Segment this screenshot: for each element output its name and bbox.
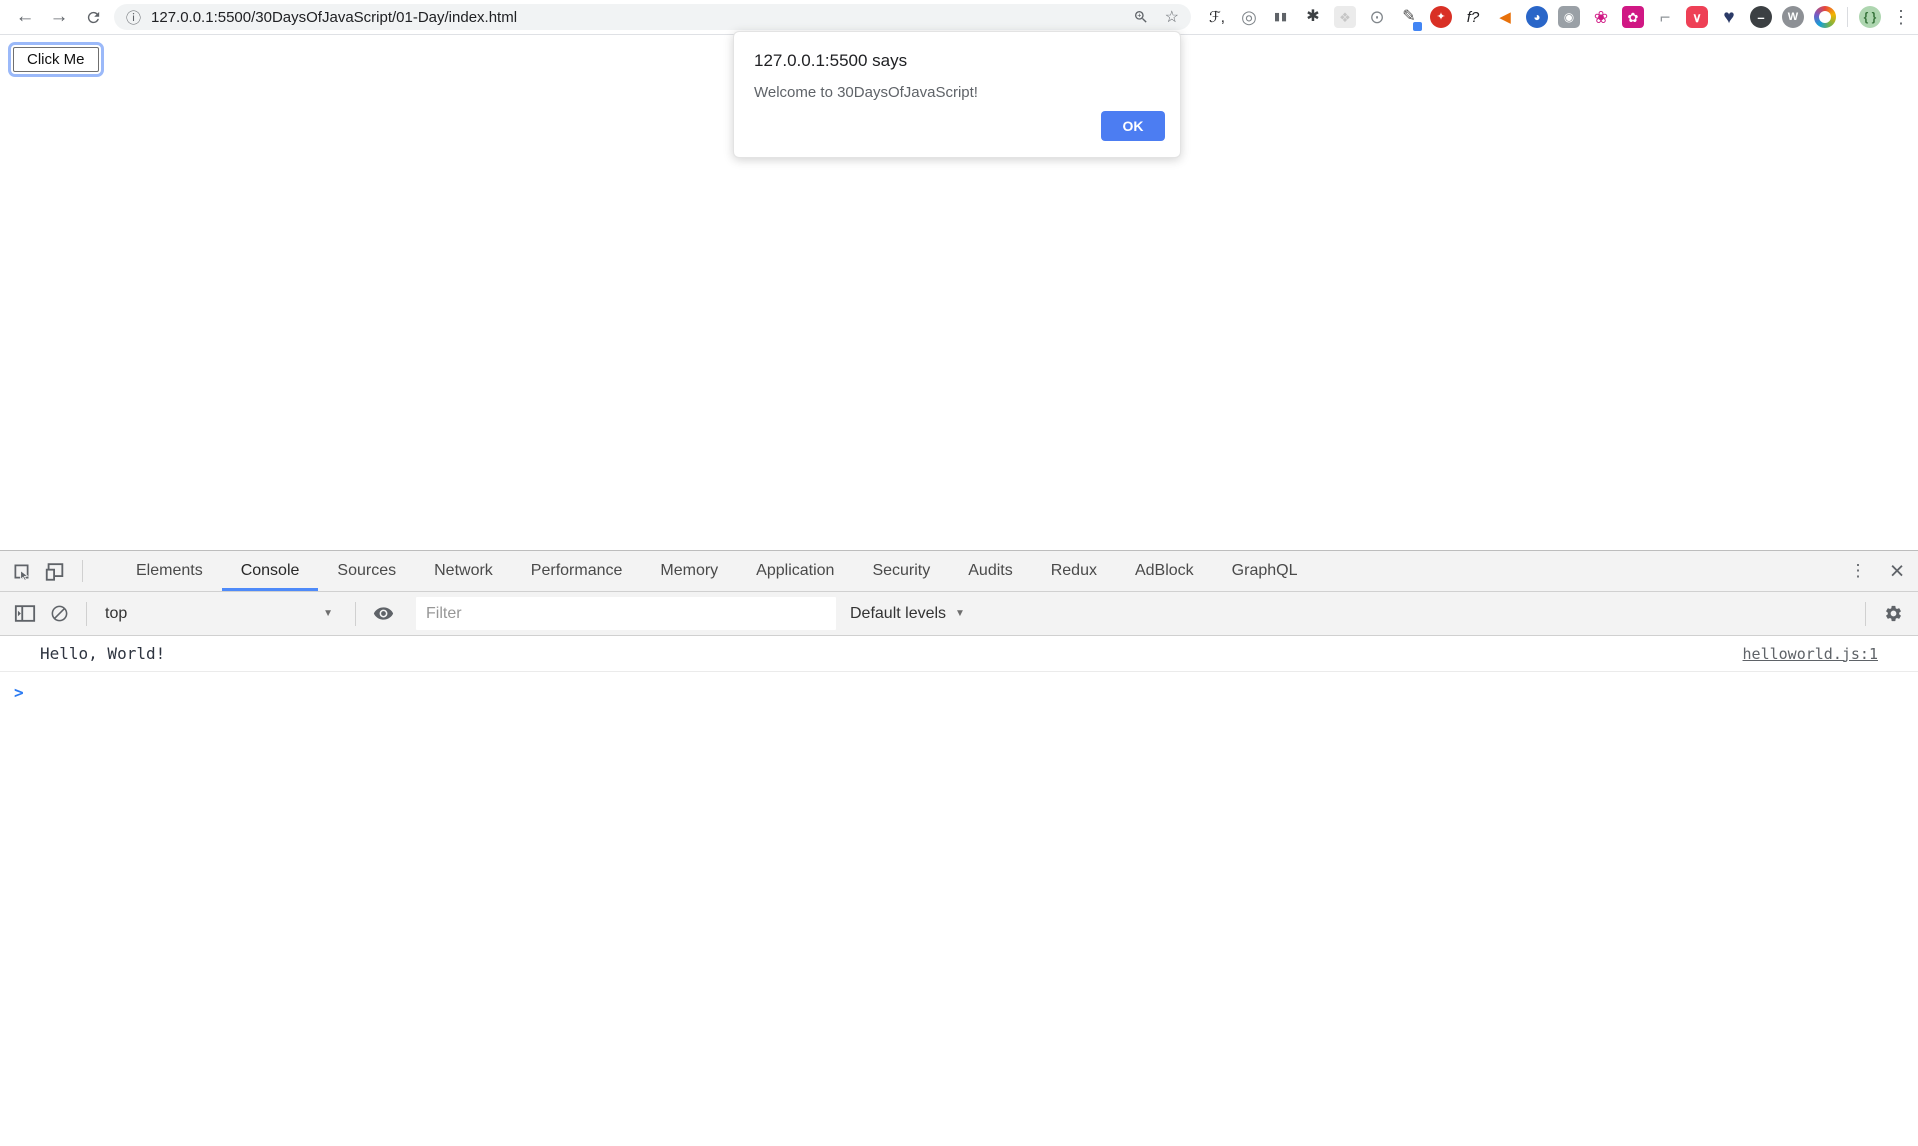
zoom-button[interactable] <box>1133 9 1149 25</box>
block-icon <box>50 604 69 623</box>
circle-dash-extension-icon[interactable]: – <box>1750 6 1772 28</box>
console-settings-button[interactable] <box>1876 604 1910 623</box>
browser-menu-button[interactable]: ⋮ <box>1886 2 1916 32</box>
url-text[interactable]: 127.0.0.1:5500/30DaysOfJavaScript/01-Day… <box>151 9 1117 26</box>
megaphone-extension-icon[interactable]: ◀ <box>1494 6 1516 28</box>
toolbar-divider <box>86 602 87 626</box>
flower-extension-icon[interactable]: ❀ <box>1590 6 1612 28</box>
console-toolbar: top ▼ Default levels ▼ <box>0 592 1918 636</box>
alert-message: Welcome to 30DaysOfJavaScript! <box>754 84 1160 101</box>
columns-extension-icon[interactable]: ▮▮ <box>1270 6 1292 28</box>
prompt-chevron-icon: > <box>14 683 24 702</box>
dots-circle-extension-icon[interactable]: ⊙ <box>1366 6 1388 28</box>
levels-label: Default levels <box>850 605 946 623</box>
console-sidebar-toggle[interactable] <box>8 604 42 623</box>
context-label: top <box>105 605 127 623</box>
clear-console-button[interactable] <box>42 604 76 623</box>
stop-hand-extension-icon[interactable]: ✦ <box>1430 6 1452 28</box>
inspect-cursor-icon <box>11 561 32 582</box>
console-message-row: Hello, World! helloworld.js:1 <box>0 636 1918 672</box>
f-question-extension-icon[interactable]: f? <box>1462 6 1484 28</box>
kebab-icon: ⋮ <box>1892 7 1910 28</box>
kebab-icon: ⋮ <box>1850 561 1867 581</box>
pocket-extension-icon[interactable]: ∨ <box>1686 6 1708 28</box>
sidebar-toggle-icon <box>14 604 36 623</box>
forward-button[interactable]: → <box>42 2 76 32</box>
alert-title: 127.0.0.1:5500 says <box>754 51 1160 71</box>
heart-lens-extension-icon[interactable]: ♥ <box>1718 6 1740 28</box>
star-icon: ☆ <box>1165 7 1179 27</box>
log-levels-selector[interactable]: Default levels ▼ <box>850 605 965 623</box>
extensions-row: ℱ, ◎ ▮▮ ✱ ❖ ⊙ ✎ ✦ f? ◀ ◕ ◉ ❀ ✿ ⌐ ∨ ♥ – W… <box>1201 2 1916 32</box>
tab-performance[interactable]: Performance <box>512 551 642 591</box>
gear-icon <box>1884 604 1903 623</box>
color-wheel-center <box>1819 11 1831 23</box>
alert-ok-button[interactable]: OK <box>1101 111 1165 141</box>
click-me-focus-ring: Click Me <box>8 42 104 77</box>
eyedropper-badge <box>1413 22 1422 31</box>
live-expression-button[interactable] <box>366 603 400 624</box>
click-me-button[interactable]: Click Me <box>13 47 99 72</box>
toolbar-divider <box>355 602 356 626</box>
console-prompt-row[interactable]: > <box>0 672 1918 702</box>
spiral-extension-icon[interactable]: ◎ <box>1238 6 1260 28</box>
eyedropper-extension-icon[interactable]: ✎ <box>1398 6 1420 28</box>
alert-dialog: 127.0.0.1:5500 says Welcome to 30DaysOfJ… <box>733 31 1181 158</box>
color-wheel-extension-icon[interactable] <box>1814 6 1836 28</box>
bug-extension-icon[interactable]: ✱ <box>1302 6 1324 28</box>
filter-input[interactable] <box>416 597 836 630</box>
tab-adblock[interactable]: AdBlock <box>1116 551 1213 591</box>
tab-network[interactable]: Network <box>415 551 512 591</box>
tab-graphql[interactable]: GraphQL <box>1213 551 1317 591</box>
eye-icon <box>373 603 394 624</box>
address-bar[interactable]: ⓘ 127.0.0.1:5500/30DaysOfJavaScript/01-D… <box>114 4 1191 30</box>
devtools-tabs: Elements Console Sources Network Perform… <box>117 551 1316 591</box>
toolbar-divider <box>1847 7 1848 27</box>
devtools-tab-bar: Elements Console Sources Network Perform… <box>0 551 1918 592</box>
source-link[interactable]: helloworld.js:1 <box>1743 645 1878 663</box>
inspect-element-button[interactable] <box>4 551 38 591</box>
bookmark-button[interactable]: ☆ <box>1165 7 1179 27</box>
tab-sources[interactable]: Sources <box>318 551 415 591</box>
fontface-extension-icon[interactable]: ℱ, <box>1206 6 1228 28</box>
reload-icon <box>85 9 102 26</box>
back-icon: ← <box>16 6 35 28</box>
execution-context-selector[interactable]: top ▼ <box>97 605 345 623</box>
console-message-text: Hello, World! <box>40 644 165 663</box>
close-icon: × <box>1890 557 1905 586</box>
device-toolbar-icon <box>44 561 66 582</box>
back-button[interactable]: ← <box>8 2 42 32</box>
device-toolbar-button[interactable] <box>38 551 72 591</box>
chevron-down-icon: ▼ <box>323 608 333 619</box>
zoom-icon <box>1133 9 1149 25</box>
json-avatar-extension-icon[interactable]: { } <box>1859 6 1881 28</box>
grid-extension-icon[interactable]: ❖ <box>1334 6 1356 28</box>
tab-console[interactable]: Console <box>222 551 319 591</box>
chevron-down-icon: ▼ <box>955 608 965 619</box>
devtools-panel: Elements Console Sources Network Perform… <box>0 550 1918 1146</box>
toolbar-divider <box>1865 602 1866 626</box>
tab-redux[interactable]: Redux <box>1032 551 1116 591</box>
devtools-menu-button[interactable]: ⋮ <box>1840 551 1876 591</box>
tab-memory[interactable]: Memory <box>641 551 737 591</box>
tab-security[interactable]: Security <box>853 551 949 591</box>
tab-audits[interactable]: Audits <box>949 551 1031 591</box>
forward-icon: → <box>50 6 69 28</box>
devtools-close-button[interactable]: × <box>1876 551 1918 591</box>
gear-square-extension-icon[interactable]: ✿ <box>1622 6 1644 28</box>
tabbar-spacer <box>1316 551 1840 591</box>
w-circle-extension-icon[interactable]: W <box>1782 6 1804 28</box>
swirl-extension-icon[interactable]: ◕ <box>1526 6 1548 28</box>
reload-button[interactable] <box>76 2 110 32</box>
site-info-icon[interactable]: ⓘ <box>126 7 141 28</box>
camera-extension-icon[interactable]: ◉ <box>1558 6 1580 28</box>
tetromino-extension-icon[interactable]: ⌐ <box>1654 6 1676 28</box>
browser-toolbar: ← → ⓘ 127.0.0.1:5500/30DaysOfJavaScript/… <box>0 0 1918 35</box>
tab-elements[interactable]: Elements <box>117 551 222 591</box>
tabbar-divider <box>82 560 83 582</box>
tab-application[interactable]: Application <box>737 551 853 591</box>
